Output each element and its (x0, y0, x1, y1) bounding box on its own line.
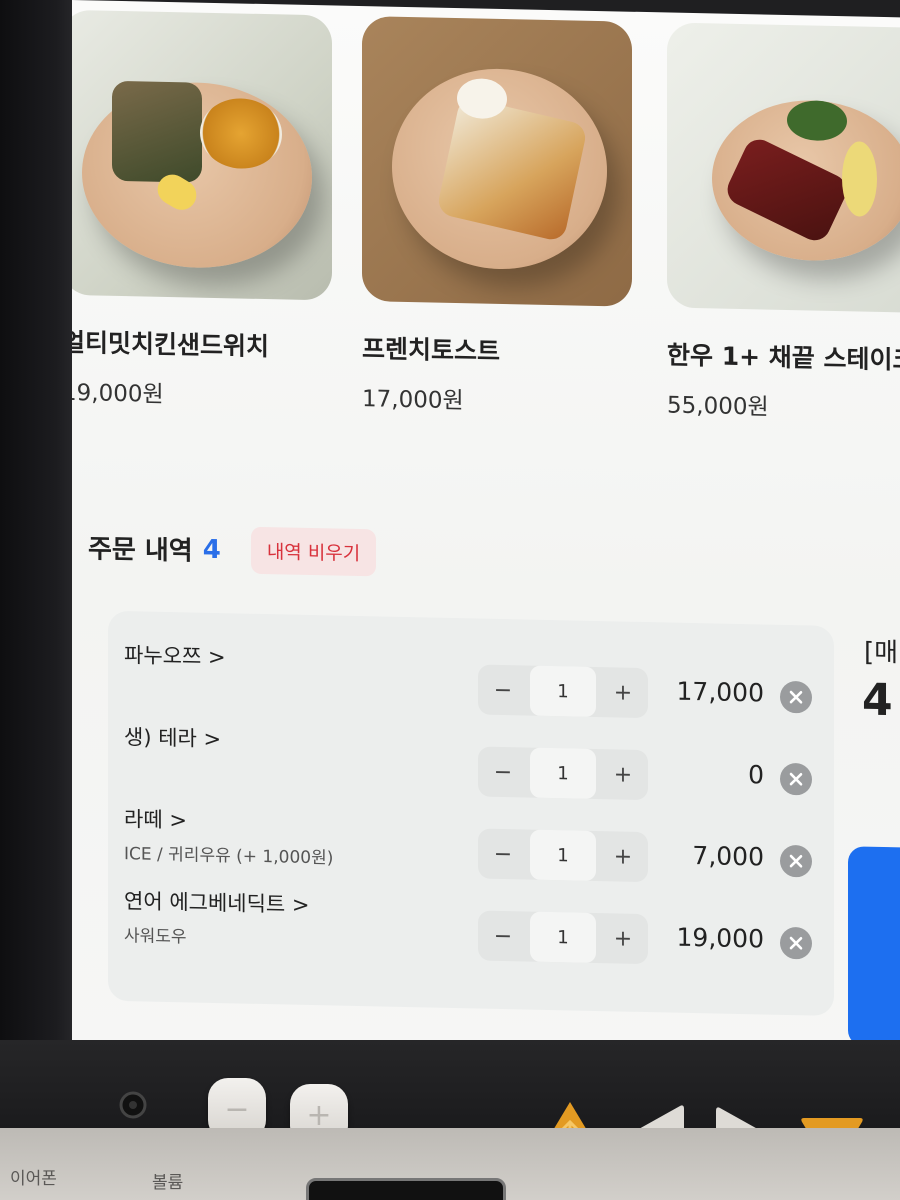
close-icon (789, 690, 803, 704)
menu-name: 한우 1+ 채끝 스테이크 (667, 340, 900, 375)
menu-photo-french-toast[interactable] (362, 16, 632, 307)
menu-card-sandwich[interactable]: 얼티밋치킨샌드위치 19,000원 (72, 9, 332, 413)
order-count: 4 (202, 534, 221, 565)
order-type-label: [매 (864, 637, 899, 669)
order-item-price: 0 (748, 760, 764, 790)
order-title: 주문 내역 (88, 534, 193, 567)
quantity-stepper: − 1 + (478, 664, 648, 719)
quantity-value: 1 (530, 665, 596, 717)
decrease-button[interactable]: − (478, 747, 528, 798)
order-item-name[interactable]: 생) 테라 > (124, 721, 221, 753)
menu-photo-steak[interactable] (667, 22, 900, 314)
quantity-value: 1 (530, 829, 596, 881)
close-icon (789, 772, 803, 786)
order-row: 파누오쯔 > − 1 + 17,000 (108, 639, 834, 734)
remove-item-button[interactable] (780, 926, 812, 960)
increase-button[interactable]: + (598, 831, 648, 882)
total-amount: 4 (862, 674, 893, 727)
decrease-button[interactable]: − (478, 829, 528, 880)
order-row: 생) 테라 > − 1 + 0 (108, 721, 834, 816)
menu-price: 19,000원 (72, 379, 164, 408)
card-reader-slot (306, 1178, 506, 1200)
order-item-price: 17,000 (676, 676, 764, 708)
menu-card-french-toast[interactable]: 프렌치토스트 17,000원 (362, 16, 632, 419)
clear-order-button[interactable]: 내역 비우기 (250, 526, 377, 577)
quantity-stepper: − 1 + (478, 746, 648, 801)
earphone-label: 이어폰 (10, 1169, 57, 1189)
order-item-name[interactable]: 파누오쯔 > (124, 639, 226, 671)
decrease-button[interactable]: − (478, 665, 528, 716)
order-item-name[interactable]: 라떼 > (124, 803, 187, 834)
order-header: 주문 내역 4 내역 비우기 (88, 523, 377, 577)
increase-button[interactable]: + (598, 913, 648, 964)
increase-button[interactable]: + (598, 667, 648, 718)
menu-name: 얼티밋치킨샌드위치 (72, 327, 270, 362)
order-row: 라떼 > ICE / 귀리우유 (+ 1,000원) − 1 + 7,000 (108, 803, 834, 898)
quantity-value: 1 (530, 911, 596, 963)
remove-item-button[interactable] (780, 680, 812, 714)
pay-button[interactable] (848, 846, 900, 1048)
quantity-stepper: − 1 + (478, 910, 648, 965)
menu-price: 17,000원 (362, 386, 464, 415)
order-row: 연어 에그베네딕트 > 사워도우 − 1 + 19,000 (108, 885, 834, 980)
menu-name: 프렌치토스트 (362, 334, 501, 366)
order-item-price: 19,000 (676, 922, 764, 954)
kiosk-screen: 얼티밋치킨샌드위치 19,000원 프렌치토스트 17,000원 한우 1+ 채… (72, 0, 900, 1078)
order-item-name[interactable]: 연어 에그베네딕트 > (124, 885, 310, 919)
order-list: 파누오쯔 > − 1 + 17,000 생) 테라 > − 1 + 0 라떼 >… (108, 610, 834, 1016)
close-icon (789, 936, 803, 950)
close-icon (789, 854, 803, 868)
minus-icon: − (224, 1091, 250, 1127)
order-item-price: 7,000 (692, 840, 764, 872)
menu-photo-sandwich[interactable] (72, 9, 332, 301)
order-item-option: 사워도우 (124, 926, 187, 948)
screen-bezel (0, 0, 80, 1100)
quantity-stepper: − 1 + (478, 828, 648, 883)
remove-item-button[interactable] (780, 762, 812, 796)
menu-card-steak[interactable]: 한우 1+ 채끝 스테이크 55,000원 (667, 22, 900, 425)
remove-item-button[interactable] (780, 844, 812, 878)
earphone-jack-icon (119, 1091, 147, 1119)
increase-button[interactable]: + (598, 749, 648, 800)
order-item-option: ICE / 귀리우유 (+ 1,000원) (124, 844, 334, 869)
volume-label: 볼륨 (152, 1173, 184, 1193)
quantity-value: 1 (530, 747, 596, 799)
decrease-button[interactable]: − (478, 911, 528, 962)
menu-price: 55,000원 (667, 392, 769, 421)
